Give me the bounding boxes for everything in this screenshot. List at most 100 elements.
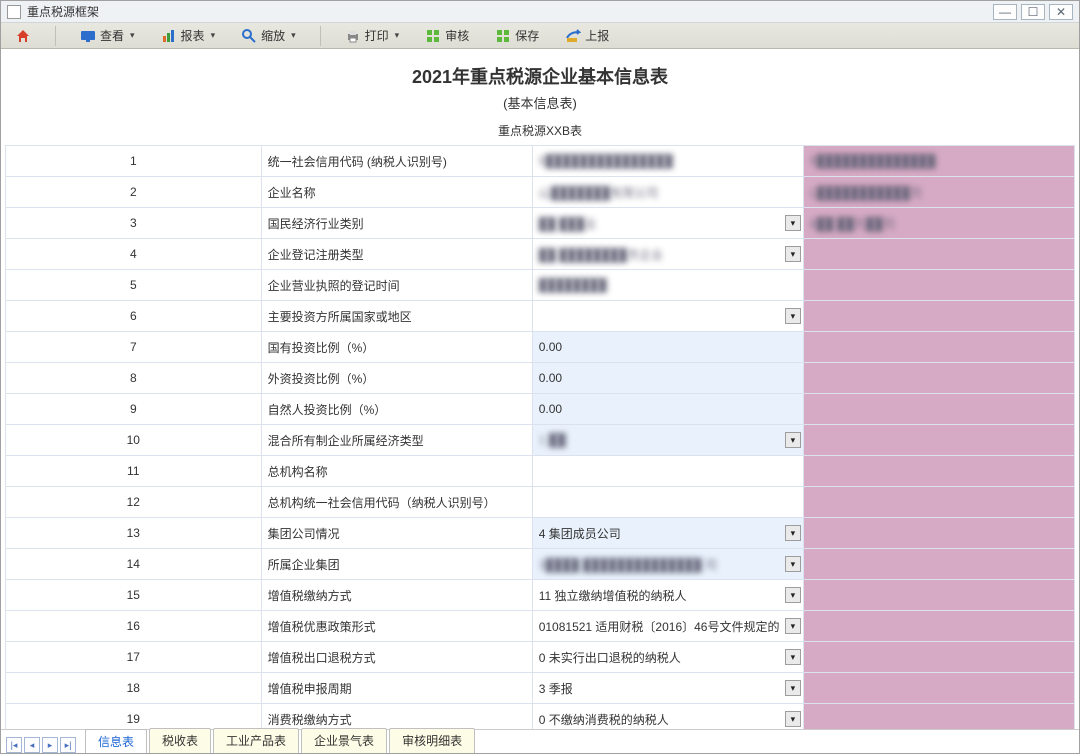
row-value-cell[interactable]: 1 ██▾ [532,425,803,456]
zoom-button[interactable]: 缩放 ▾ [237,25,300,46]
caret-down-icon: ▾ [395,30,400,41]
row-value: ██ ████████市企业 [539,248,663,262]
save-button[interactable]: 保存 [491,25,543,46]
row-compare-cell [803,456,1074,487]
row-label: 外资投资比例（%） [261,363,532,394]
row-label: 企业名称 [261,177,532,208]
row-value-cell[interactable]: 3████ ██████████████ 司 ▾ [532,549,803,580]
form-title: 2021年重点税源企业基本信息表 [5,63,1075,89]
dropdown-button[interactable]: ▾ [785,711,801,727]
row-compare-cell [803,518,1074,549]
dropdown-button[interactable]: ▾ [785,432,801,448]
nav-first[interactable]: |◂ [6,737,22,753]
table-row: 19消费税缴纳方式0 不缴纳消费税的纳税人▾ [6,704,1075,730]
row-value: 01081521 适用财税〔2016〕46号文件规定的 [539,620,780,634]
row-label: 自然人投资比例（%） [261,394,532,425]
titlebar: 重点税源框架 — ☐ ✕ [1,1,1079,23]
main-window: 重点税源框架 — ☐ ✕ 查看 ▾ 报表 ▾ [0,0,1080,754]
tab-3[interactable]: 企业景气表 [301,728,387,753]
row-compare-value: L███████████司 [810,186,922,200]
submit-label: 上报 [585,27,609,44]
table-row: 12总机构统一社会信用代码（纳税人识别号） [6,487,1075,518]
save-label: 保存 [515,27,539,44]
row-value-cell[interactable]: 3 季报▾ [532,673,803,704]
table-row: 13集团公司情况4 集团成员公司▾ [6,518,1075,549]
row-value-cell [532,487,803,518]
tab-1[interactable]: 税收表 [149,728,211,753]
audit-button[interactable]: 审核 [421,25,473,46]
row-compare-cell: 9██████████████ [803,146,1074,177]
dropdown-button[interactable]: ▾ [785,680,801,696]
dropdown-button[interactable]: ▾ [785,308,801,324]
row-value-cell: ████████ [532,270,803,301]
row-label: 企业营业执照的登记时间 [261,270,532,301]
row-value: 0 未实行出口退税的纳税人 [539,651,681,665]
dropdown-button[interactable]: ▾ [785,246,801,262]
view-label: 查看 [100,27,124,44]
row-compare-cell [803,239,1074,270]
row-value-cell[interactable]: 01081521 适用财税〔2016〕46号文件规定的 ▾ [532,611,803,642]
window-title: 重点税源框架 [27,3,993,20]
row-value: 0 不缴纳消费税的纳税人 [539,713,669,727]
row-number: 11 [6,456,262,487]
row-label: 总机构统一社会信用代码（纳税人识别号） [261,487,532,518]
nav-next[interactable]: ▸ [42,737,58,753]
dropdown-button[interactable]: ▾ [785,649,801,665]
row-number: 16 [6,611,262,642]
row-value-cell[interactable]: ██ ████████市企业 ▾ [532,239,803,270]
row-label: 增值税出口退税方式 [261,642,532,673]
row-number: 1 [6,146,262,177]
close-button[interactable]: ✕ [1049,4,1073,20]
row-value-cell[interactable]: 0.00 [532,394,803,425]
row-value-cell[interactable]: 4 集团成员公司▾ [532,518,803,549]
row-compare-cell: L███████████司 [803,177,1074,208]
dropdown-button[interactable]: ▾ [785,587,801,603]
dropdown-button[interactable]: ▾ [785,618,801,634]
row-number: 19 [6,704,262,730]
row-label: 国民经济行业类别 [261,208,532,239]
audit-label: 审核 [445,27,469,44]
home-button[interactable] [11,26,35,46]
nav-last[interactable]: ▸| [60,737,76,753]
row-value-cell[interactable]: ██ ███业▾ [532,208,803,239]
table-row: 16增值税优惠政策形式01081521 适用财税〔2016〕46号文件规定的▾ [6,611,1075,642]
submit-button[interactable]: 上报 [561,25,613,46]
row-value-cell[interactable]: 11 独立缴纳增值税的纳税人▾ [532,580,803,611]
row-label: 增值税缴纳方式 [261,580,532,611]
table-row: 10混合所有制企业所属经济类型1 ██▾ [6,425,1075,456]
nav-prev[interactable]: ◂ [24,737,40,753]
report-button[interactable]: 报表 ▾ [157,25,220,46]
maximize-button[interactable]: ☐ [1021,4,1045,20]
dropdown-button[interactable]: ▾ [785,215,801,231]
row-compare-cell [803,363,1074,394]
row-value-cell[interactable]: 0 未实行出口退税的纳税人 ▾ [532,642,803,673]
row-label: 企业登记注册类型 [261,239,532,270]
tab-4[interactable]: 审核明细表 [389,728,475,753]
row-value-cell: 山███████有限公司 [532,177,803,208]
row-compare-cell [803,394,1074,425]
row-number: 9 [6,394,262,425]
save-icon [495,28,511,44]
content-wrap[interactable]: 2021年重点税源企业基本信息表 (基本信息表) 重点税源XXB表 1统一社会信… [1,49,1079,729]
row-value-cell[interactable]: 0.00 [532,332,803,363]
row-value: 3████ ██████████████ 司 [539,558,717,572]
tab-2[interactable]: 工业产品表 [213,728,299,753]
row-label: 所属企业集团 [261,549,532,580]
row-value-cell[interactable]: 0 不缴纳消费税的纳税人 ▾ [532,704,803,730]
tab-0[interactable]: 信息表 [85,729,147,754]
row-number: 5 [6,270,262,301]
toolbar-separator [55,26,56,46]
row-number: 13 [6,518,262,549]
minimize-button[interactable]: — [993,4,1017,20]
dropdown-button[interactable]: ▾ [785,556,801,572]
row-value-cell[interactable]: ▾ [532,301,803,332]
zoom-label: 缩放 [261,27,285,44]
print-button[interactable]: 打印 ▾ [341,25,404,46]
row-value-cell[interactable]: 0.00 [532,363,803,394]
dropdown-button[interactable]: ▾ [785,525,801,541]
table-row: 17增值税出口退税方式0 未实行出口退税的纳税人▾ [6,642,1075,673]
row-value: 0.00 [539,340,562,354]
row-number: 2 [6,177,262,208]
row-compare-cell [803,580,1074,611]
view-button[interactable]: 查看 ▾ [76,25,139,46]
